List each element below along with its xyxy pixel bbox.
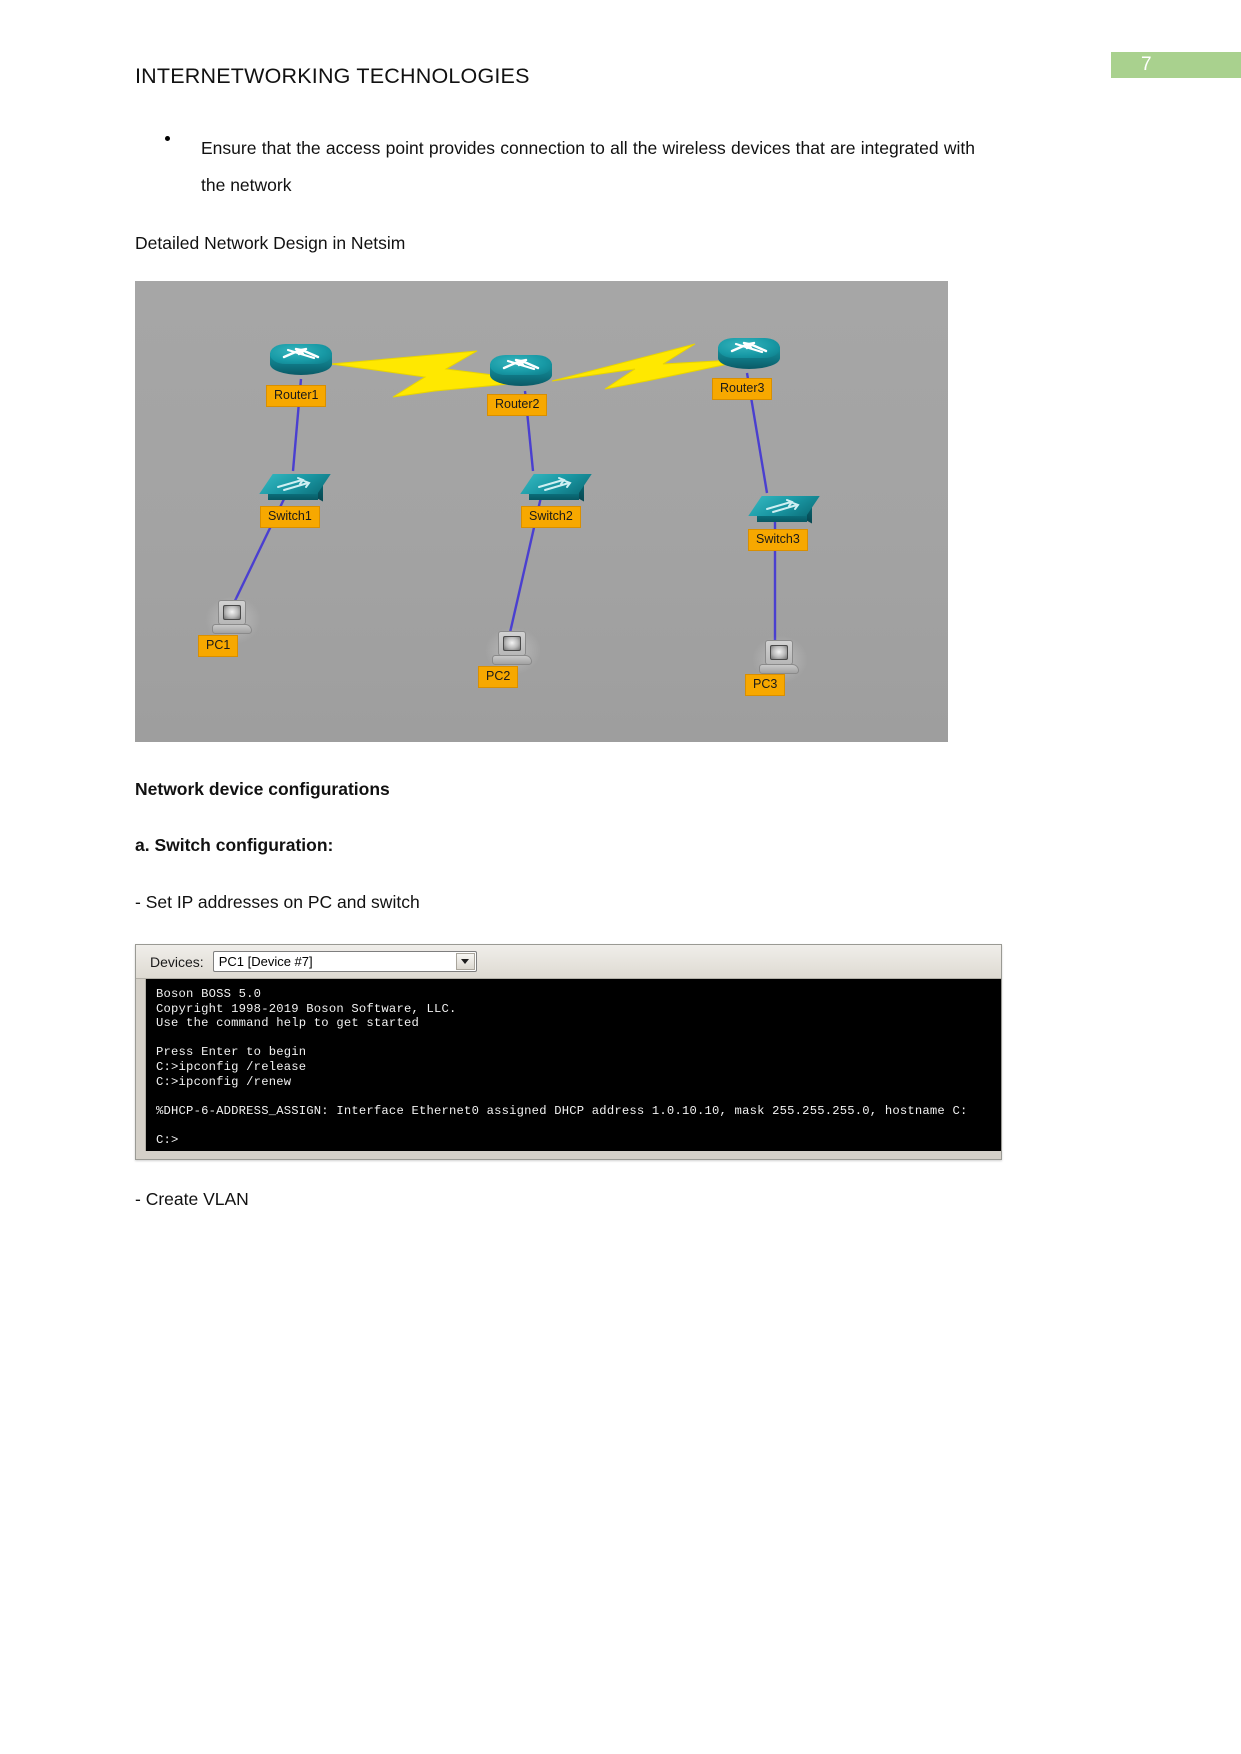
pc-monitor-icon	[498, 631, 526, 656]
label-switch3: Switch3	[748, 529, 808, 551]
device-switch3[interactable]	[748, 490, 820, 528]
page-number-badge: 7	[1111, 52, 1241, 78]
router-arrows-icon	[730, 341, 768, 354]
label-switch2: Switch2	[521, 506, 581, 528]
label-pc2: PC2	[478, 666, 519, 688]
device-router1[interactable]	[270, 344, 332, 380]
pc-monitor-icon	[765, 640, 793, 665]
router-arrows-icon	[502, 358, 540, 371]
console-bottom-edge	[136, 1151, 1001, 1159]
set-ip-instruction: - Set IP addresses on PC and switch	[135, 892, 420, 912]
network-device-configurations-heading: Network device configurations	[135, 779, 390, 799]
console-left-gutter	[136, 979, 146, 1151]
page-title: INTERNETWORKING TECHNOLOGIES	[135, 64, 530, 88]
switch-arrows-icon	[766, 499, 800, 513]
console-output-area[interactable]: Boson BOSS 5.0 Copyright 1998-2019 Boson…	[146, 979, 1001, 1151]
console-output-text: Boson BOSS 5.0 Copyright 1998-2019 Boson…	[156, 987, 968, 1147]
label-router3: Router3	[712, 378, 773, 400]
pc-monitor-icon	[218, 600, 246, 625]
switch-configuration-heading: a. Switch configuration:	[135, 835, 334, 855]
switch-arrows-icon	[538, 477, 572, 491]
label-router2: Router2	[487, 394, 548, 416]
network-topology-diagram: Router1 Router2 Router3 Switch1 Switch2 …	[135, 281, 948, 742]
pc-base-icon	[212, 624, 252, 634]
device-select-dropdown[interactable]: PC1 [Device #7]	[212, 951, 477, 972]
page-header: INTERNETWORKING TECHNOLOGIES 7	[0, 0, 1241, 110]
pc-screen-icon	[223, 604, 241, 620]
create-vlan-instruction: - Create VLAN	[135, 1189, 249, 1209]
device-switch2[interactable]	[520, 468, 592, 506]
label-pc3: PC3	[745, 674, 786, 696]
label-switch1: Switch1	[260, 506, 320, 528]
pc-base-icon	[759, 664, 799, 674]
device-router2[interactable]	[490, 355, 552, 391]
pc-screen-icon	[503, 635, 521, 651]
devices-label: Devices:	[150, 953, 204, 970]
switch-arrows-icon	[277, 477, 311, 491]
pc-screen-icon	[770, 644, 788, 660]
label-router1: Router1	[266, 385, 327, 407]
router-arrows-icon	[282, 347, 320, 360]
device-pc1[interactable]	[204, 595, 262, 645]
device-pc2[interactable]	[484, 626, 542, 676]
bullet-dot-icon	[165, 136, 170, 141]
device-select-value: PC1 [Device #7]	[218, 954, 313, 969]
page-number: 7	[1141, 54, 1152, 75]
bullet-item-text: Ensure that the access point provides co…	[201, 138, 975, 195]
device-switch1[interactable]	[259, 468, 331, 506]
detailed-design-heading: Detailed Network Design in Netsim	[135, 233, 406, 253]
device-router3[interactable]	[718, 338, 780, 374]
boson-console-panel: Devices: PC1 [Device #7] Boson BOSS 5.0 …	[135, 944, 1002, 1160]
bullet-list-item: Ensure that the access point provides co…	[135, 130, 975, 204]
pc-base-icon	[492, 655, 532, 665]
console-toolbar: Devices: PC1 [Device #7]	[136, 945, 1001, 979]
chevron-down-icon[interactable]	[455, 953, 475, 970]
label-pc1: PC1	[198, 635, 239, 657]
